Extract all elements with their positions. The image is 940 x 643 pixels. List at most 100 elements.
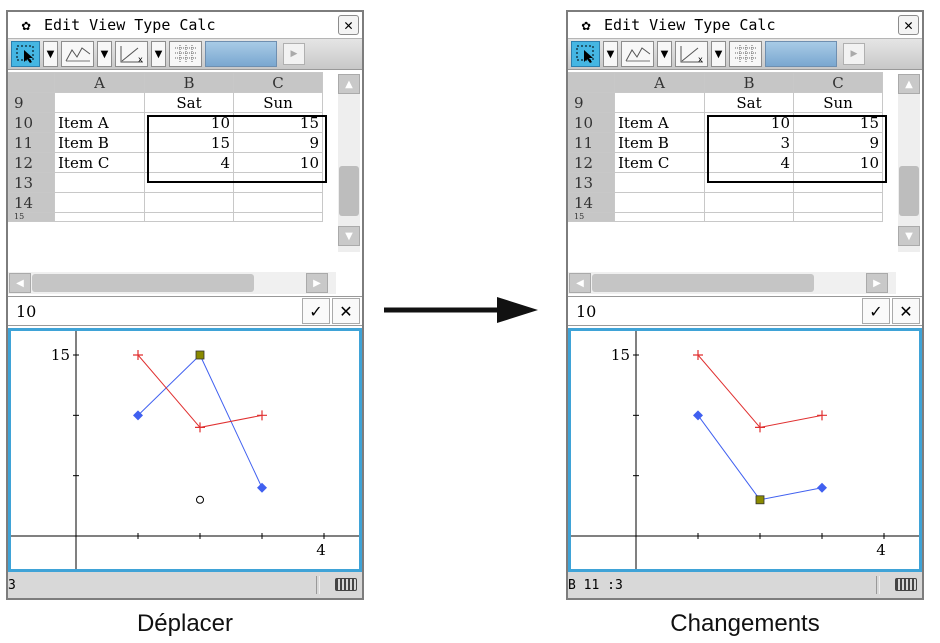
cell-a12[interactable]: Item C bbox=[54, 152, 145, 173]
cancel-icon[interactable]: ✕ bbox=[892, 298, 920, 324]
select-cursor-icon[interactable] bbox=[11, 41, 40, 67]
menu-view[interactable]: View bbox=[89, 16, 125, 34]
menu-calc[interactable]: Calc bbox=[179, 16, 215, 34]
chevron-down-icon[interactable]: ▼ bbox=[97, 41, 112, 67]
cell-b15[interactable] bbox=[144, 212, 234, 222]
scroll-up-icon[interactable]: ▲ bbox=[898, 74, 920, 94]
menu-type[interactable]: Type bbox=[694, 16, 730, 34]
row-header[interactable]: 13 bbox=[568, 172, 615, 193]
row-header[interactable]: 15 bbox=[8, 212, 55, 222]
cell-b10[interactable]: 10 bbox=[704, 112, 794, 133]
cell-c9[interactable]: Sun bbox=[233, 92, 323, 113]
scroll-right-icon[interactable]: ▶ bbox=[306, 273, 328, 293]
scroll-down-icon[interactable]: ▼ bbox=[898, 226, 920, 246]
cell-a10[interactable]: Item A bbox=[54, 112, 145, 133]
cell-a15[interactable] bbox=[614, 212, 705, 222]
column-header-c[interactable]: C bbox=[233, 72, 323, 93]
horizontal-scrollbar[interactable]: ◀ ▶ bbox=[568, 272, 896, 294]
scroll-right-icon[interactable]: ▶ bbox=[866, 273, 888, 293]
cell-c13[interactable] bbox=[233, 172, 323, 193]
column-header-a[interactable]: A bbox=[54, 72, 145, 93]
row-header[interactable]: 12 bbox=[8, 152, 55, 173]
scatter-graph-icon[interactable]: x bbox=[675, 41, 708, 67]
cell-c10[interactable]: 15 bbox=[793, 112, 883, 133]
cell-c12[interactable]: 10 bbox=[233, 152, 323, 173]
cell-a13[interactable] bbox=[614, 172, 705, 193]
row-header[interactable]: 14 bbox=[568, 192, 615, 213]
grid-icon[interactable] bbox=[169, 41, 202, 67]
cell-c10[interactable]: 15 bbox=[233, 112, 323, 133]
row-header[interactable]: 13 bbox=[8, 172, 55, 193]
column-header-b[interactable]: B bbox=[144, 72, 234, 93]
scroll-up-icon[interactable]: ▲ bbox=[338, 74, 360, 94]
line-graph-icon[interactable] bbox=[621, 41, 654, 67]
cell-c11[interactable]: 9 bbox=[233, 132, 323, 153]
graph-window[interactable]: 15 4 bbox=[568, 328, 922, 572]
chevron-down-icon[interactable]: ▼ bbox=[151, 41, 166, 67]
menu-edit[interactable]: Edit bbox=[604, 16, 640, 34]
menu-edit[interactable]: Edit bbox=[44, 16, 80, 34]
line-graph-icon[interactable] bbox=[61, 41, 94, 67]
check-icon[interactable]: ✓ bbox=[302, 298, 330, 324]
column-header-c[interactable]: C bbox=[793, 72, 883, 93]
cell-b12[interactable]: 4 bbox=[704, 152, 794, 173]
edit-line-input[interactable]: 10 bbox=[568, 302, 862, 321]
cell-b11[interactable]: 3 bbox=[704, 132, 794, 153]
cell-b14[interactable] bbox=[704, 192, 794, 213]
cell-a9[interactable] bbox=[614, 92, 705, 113]
row-header[interactable]: 10 bbox=[8, 112, 55, 133]
row-header[interactable]: 11 bbox=[568, 132, 615, 153]
scroll-thumb[interactable] bbox=[899, 166, 919, 216]
cell-b13[interactable] bbox=[704, 172, 794, 193]
scroll-right-icon[interactable]: ▶ bbox=[283, 43, 305, 65]
scroll-down-icon[interactable]: ▼ bbox=[338, 226, 360, 246]
column-header-a[interactable]: A bbox=[614, 72, 705, 93]
cell-a13[interactable] bbox=[54, 172, 145, 193]
scroll-left-icon[interactable]: ◀ bbox=[569, 273, 591, 293]
edit-line-input[interactable]: 10 bbox=[8, 302, 302, 321]
cell-c11[interactable]: 9 bbox=[793, 132, 883, 153]
cell-b9[interactable]: Sat bbox=[704, 92, 794, 113]
cell-b15[interactable] bbox=[704, 212, 794, 222]
horizontal-scrollbar[interactable]: ◀ ▶ bbox=[8, 272, 336, 294]
cell-a14[interactable] bbox=[54, 192, 145, 213]
cell-b13[interactable] bbox=[144, 172, 234, 193]
chevron-down-icon[interactable]: ▼ bbox=[603, 41, 618, 67]
cell-c9[interactable]: Sun bbox=[793, 92, 883, 113]
menu-view[interactable]: View bbox=[649, 16, 685, 34]
cell-c15[interactable] bbox=[233, 212, 323, 222]
graph-window[interactable]: 15 4 bbox=[8, 328, 362, 572]
cell-a15[interactable] bbox=[54, 212, 145, 222]
chevron-down-icon[interactable]: ▼ bbox=[43, 41, 58, 67]
cell-a11[interactable]: Item B bbox=[614, 132, 705, 153]
cell-a14[interactable] bbox=[614, 192, 705, 213]
cell-a12[interactable]: Item C bbox=[614, 152, 705, 173]
row-header[interactable]: 9 bbox=[8, 92, 55, 113]
row-header[interactable]: 12 bbox=[568, 152, 615, 173]
select-cursor-icon[interactable] bbox=[571, 41, 600, 67]
row-header[interactable]: 10 bbox=[568, 112, 615, 133]
close-icon[interactable]: ✕ bbox=[898, 15, 919, 35]
row-header[interactable]: 14 bbox=[8, 192, 55, 213]
scatter-graph-icon[interactable]: x bbox=[115, 41, 148, 67]
vertical-scrollbar[interactable]: ▲ ▼ bbox=[898, 74, 920, 252]
cell-a9[interactable] bbox=[54, 92, 145, 113]
cell-b9[interactable]: Sat bbox=[144, 92, 234, 113]
close-icon[interactable]: ✕ bbox=[338, 15, 359, 35]
menu-calc[interactable]: Calc bbox=[739, 16, 775, 34]
cell-b12[interactable]: 4 bbox=[144, 152, 234, 173]
chevron-down-icon[interactable]: ▼ bbox=[711, 41, 726, 67]
cell-c15[interactable] bbox=[793, 212, 883, 222]
cell-b14[interactable] bbox=[144, 192, 234, 213]
row-header[interactable]: 9 bbox=[568, 92, 615, 113]
gear-icon[interactable]: ✿ bbox=[568, 16, 604, 34]
row-header[interactable]: 11 bbox=[8, 132, 55, 153]
vertical-scrollbar[interactable]: ▲ ▼ bbox=[338, 74, 360, 252]
scroll-thumb[interactable] bbox=[339, 166, 359, 216]
scroll-thumb[interactable] bbox=[592, 274, 814, 292]
scroll-right-icon[interactable]: ▶ bbox=[843, 43, 865, 65]
cell-a11[interactable]: Item B bbox=[54, 132, 145, 153]
cell-b11[interactable]: 15 bbox=[144, 132, 234, 153]
cancel-icon[interactable]: ✕ bbox=[332, 298, 360, 324]
cell-c13[interactable] bbox=[793, 172, 883, 193]
